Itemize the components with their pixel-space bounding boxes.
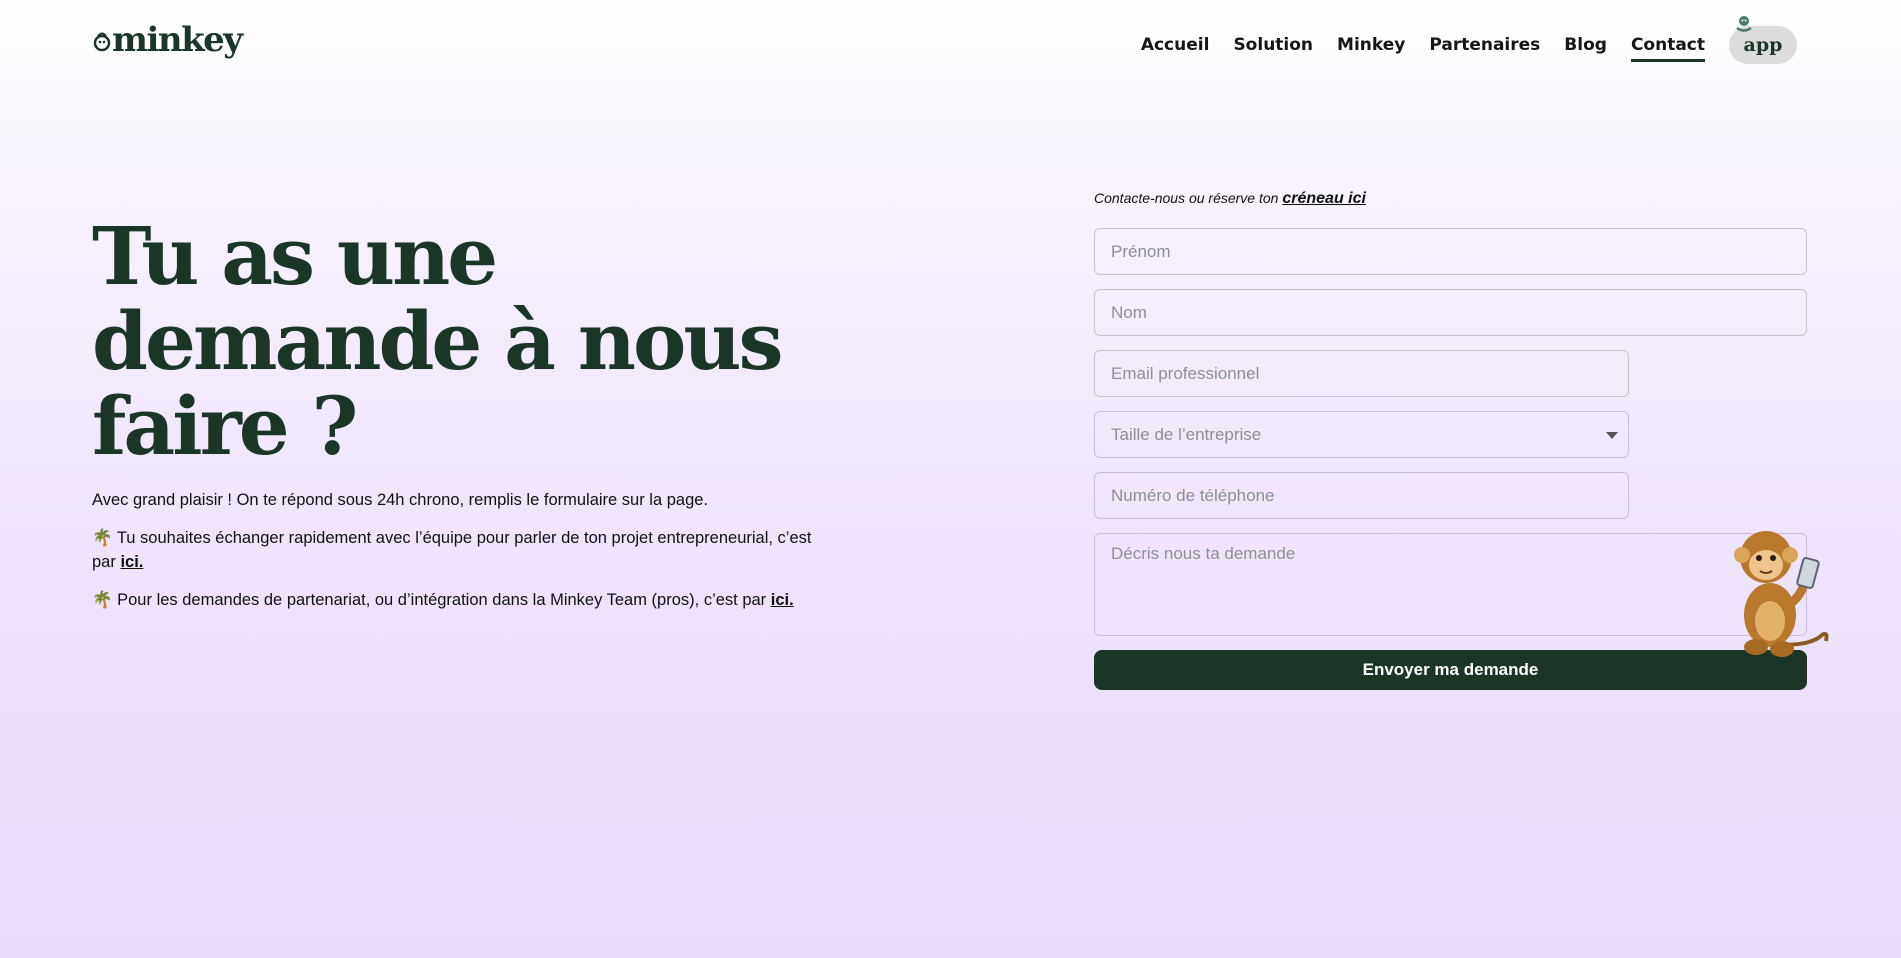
logo[interactable]: minkey <box>92 18 243 62</box>
hero-paragraph-project: 🌴 Tu souhaites échanger rapidement avec … <box>92 526 812 574</box>
nav-blog[interactable]: Blog <box>1552 25 1619 65</box>
monkey-mascot-icon <box>1722 515 1832 675</box>
nav-solution[interactable]: Solution <box>1221 25 1325 65</box>
app-button-label: app <box>1743 34 1783 56</box>
company-size-value: Taille de l’entreprise <box>1111 424 1262 444</box>
last-name-field[interactable] <box>1094 289 1807 336</box>
logo-text: minkey <box>112 20 243 60</box>
project-link[interactable]: ici. <box>120 553 143 571</box>
booking-link[interactable]: créneau ici <box>1282 190 1366 207</box>
chevron-down-icon <box>1606 432 1618 439</box>
app-button[interactable]: app <box>1729 16 1797 64</box>
first-name-field[interactable] <box>1094 228 1807 275</box>
hero-paragraph-partner-text: 🌴 Pour les demandes de partenariat, ou d… <box>92 591 771 609</box>
request-description-field[interactable] <box>1094 533 1807 636</box>
nav-partenaires[interactable]: Partenaires <box>1417 25 1552 65</box>
submit-button[interactable]: Envoyer ma demande <box>1094 650 1807 690</box>
nav-contact[interactable]: Contact <box>1619 25 1717 65</box>
company-size-select[interactable]: Taille de l’entreprise <box>1094 411 1629 458</box>
nav-minkey[interactable]: Minkey <box>1325 25 1417 65</box>
nav-accueil[interactable]: Accueil <box>1129 25 1222 65</box>
page-title: Tu as une demande à nous faire ? <box>92 209 784 473</box>
monkey-mini-icon <box>1733 12 1755 34</box>
hero-paragraph-project-text: 🌴 Tu souhaites échanger rapidement avec … <box>92 529 812 571</box>
partner-link[interactable]: ici. <box>771 591 794 609</box>
hero-intro: Avec grand plaisir ! On te répond sous 2… <box>92 491 709 509</box>
form-intro: Contacte-nous ou réserve ton créneau ici <box>1094 190 1366 208</box>
monkey-logo-icon <box>92 25 112 55</box>
email-field[interactable] <box>1094 350 1629 397</box>
main-nav: Accueil Solution Minkey Partenaires Blog… <box>1129 16 1797 65</box>
site-header: minkey Accueil Solution Minkey Partenair… <box>0 0 1901 90</box>
hero-paragraph-partner: 🌴 Pour les demandes de partenariat, ou d… <box>92 588 812 612</box>
form-intro-text: Contacte-nous ou réserve ton <box>1094 190 1283 206</box>
phone-field[interactable] <box>1094 472 1629 519</box>
